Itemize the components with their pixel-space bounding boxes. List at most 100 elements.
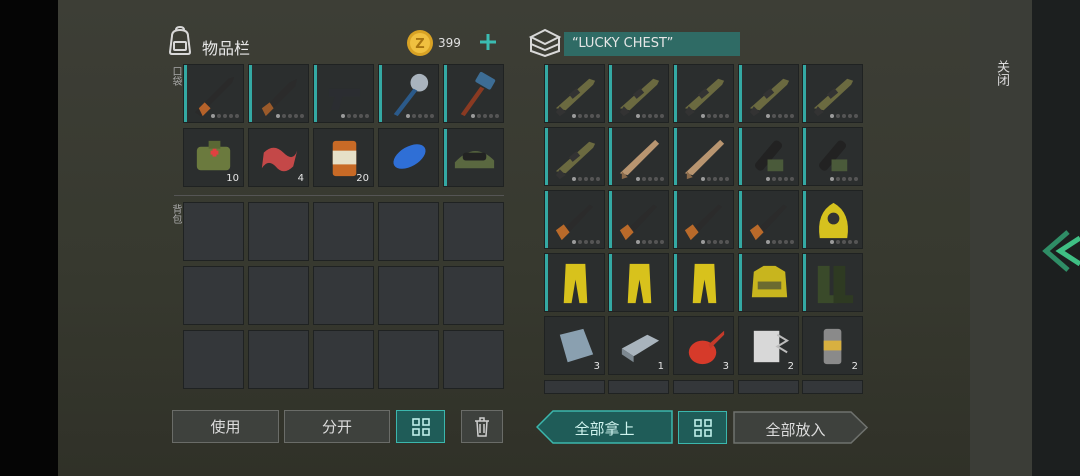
inventory-slot[interactable] — [738, 253, 799, 312]
inventory-slot[interactable]: 20 — [313, 128, 374, 187]
minigun-icon — [755, 140, 784, 172]
quality-dots — [276, 114, 304, 118]
inventory-slot[interactable] — [802, 127, 863, 186]
inventory-slot[interactable] — [544, 64, 605, 123]
inventory-slot[interactable]: 3 — [673, 316, 734, 375]
empty-slot[interactable] — [248, 266, 309, 325]
empty-slot[interactable] — [443, 266, 504, 325]
hunting-rifle-icon — [555, 204, 594, 241]
expand-tab[interactable] — [1040, 228, 1080, 274]
empty-slot[interactable] — [608, 380, 669, 394]
empty-slot[interactable] — [673, 380, 734, 394]
inventory-slot[interactable]: 2 — [738, 316, 799, 375]
quality-dots — [341, 114, 369, 118]
use-button[interactable]: 使用 — [172, 410, 279, 443]
add-coins-button[interactable] — [478, 32, 498, 52]
inventory-slot[interactable] — [443, 128, 504, 187]
quality-dots — [572, 240, 600, 244]
chest-title: “LUCKY CHEST” — [564, 32, 740, 56]
inventory-slot[interactable] — [673, 190, 734, 249]
empty-slot[interactable] — [183, 202, 244, 261]
put-all-label: 全部放入 — [765, 421, 826, 439]
assault-rifle-icon — [684, 78, 725, 117]
durability-bar — [739, 191, 742, 248]
inventory-slot[interactable] — [443, 64, 504, 123]
inventory-slot[interactable] — [378, 64, 439, 123]
inventory-slot[interactable] — [738, 190, 799, 249]
inventory-slot[interactable]: 10 — [183, 128, 244, 187]
empty-slot[interactable] — [183, 330, 244, 389]
chest-sort-button[interactable] — [678, 411, 727, 444]
inventory-slot[interactable] — [544, 253, 605, 312]
inventory-slot[interactable] — [544, 190, 605, 249]
inventory-slot[interactable] — [802, 253, 863, 312]
empty-slot[interactable] — [313, 330, 374, 389]
inventory-slot[interactable]: 1 — [608, 316, 669, 375]
empty-slot[interactable] — [443, 330, 504, 389]
right-screen-edge — [1032, 0, 1080, 476]
inventory-slot[interactable] — [608, 127, 669, 186]
tan-rifle-icon — [619, 139, 660, 180]
inventory-slot[interactable] — [738, 127, 799, 186]
assault-rifle-icon — [749, 78, 790, 117]
trash-button[interactable] — [461, 410, 503, 443]
quality-dots — [211, 114, 239, 118]
empty-slot[interactable] — [802, 380, 863, 394]
empty-slot[interactable] — [544, 380, 605, 394]
quality-dots — [830, 240, 858, 244]
empty-slot[interactable] — [183, 266, 244, 325]
inventory-slot[interactable]: 2 — [802, 316, 863, 375]
empty-slot[interactable] — [248, 202, 309, 261]
quality-dots — [766, 114, 794, 118]
left-screen-edge — [0, 0, 58, 476]
inventory-slot[interactable] — [673, 253, 734, 312]
empty-slot[interactable] — [313, 266, 374, 325]
inventory-slot[interactable] — [673, 64, 734, 123]
inventory-slot[interactable] — [544, 127, 605, 186]
quality-dots — [636, 177, 664, 181]
quality-dots — [766, 177, 794, 181]
durability-bar — [545, 191, 548, 248]
quality-dots — [636, 240, 664, 244]
durability-bar — [739, 65, 742, 122]
split-button[interactable]: 分开 — [284, 410, 390, 443]
item-quantity: 3 — [722, 361, 729, 372]
durability-bar — [609, 191, 612, 248]
empty-slot[interactable] — [443, 202, 504, 261]
pistol-icon — [328, 88, 361, 111]
take-all-button[interactable]: 全部拿上 — [536, 410, 673, 444]
inventory-slot[interactable] — [608, 253, 669, 312]
empty-slot[interactable] — [378, 202, 439, 261]
empty-slot[interactable] — [313, 202, 374, 261]
svg-text:Z: Z — [415, 37, 424, 52]
quality-dots — [636, 114, 664, 118]
inventory-slot[interactable]: 3 — [544, 316, 605, 375]
sort-button[interactable] — [396, 410, 445, 443]
inventory-slot[interactable] — [248, 64, 309, 123]
assault-rifle-icon — [555, 78, 596, 117]
empty-slot[interactable] — [378, 330, 439, 389]
inventory-slot[interactable] — [608, 190, 669, 249]
durability-bar — [739, 128, 742, 185]
durability-bar — [609, 65, 612, 122]
empty-slot[interactable] — [378, 266, 439, 325]
quality-dots — [701, 114, 729, 118]
empty-slot[interactable] — [248, 330, 309, 389]
grid-icon — [411, 417, 430, 436]
inventory-slot[interactable]: 4 — [248, 128, 309, 187]
item-quantity: 1 — [657, 361, 664, 372]
durability-bar — [674, 254, 677, 311]
inventory-slot[interactable] — [738, 64, 799, 123]
item-quantity: 10 — [226, 173, 239, 184]
empty-slot[interactable] — [738, 380, 799, 394]
inventory-slot[interactable] — [608, 64, 669, 123]
inventory-slot[interactable] — [183, 64, 244, 123]
inventory-slot[interactable] — [378, 128, 439, 187]
inventory-slot[interactable] — [673, 127, 734, 186]
split-button-label: 分开 — [321, 418, 352, 436]
assault-rifle-icon — [813, 78, 854, 117]
inventory-slot[interactable] — [802, 190, 863, 249]
inventory-slot[interactable] — [802, 64, 863, 123]
put-all-button[interactable]: 全部放入 — [733, 411, 868, 444]
inventory-slot[interactable] — [313, 64, 374, 123]
